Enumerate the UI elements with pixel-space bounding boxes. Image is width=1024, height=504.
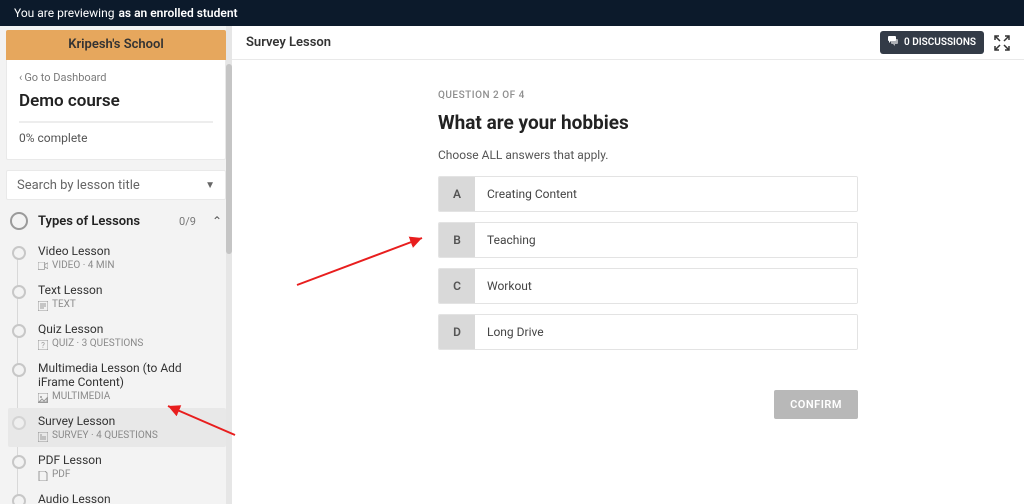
lesson-name: Audio Lesson [38,492,220,504]
comments-icon [888,36,899,49]
main-header: Survey Lesson 0 DISCUSSIONS [232,26,1024,60]
lesson-list: Video Lesson VIDEO · 4 MIN Text Lesson T… [6,238,226,504]
main: Survey Lesson 0 DISCUSSIONS QUESTION 2 O… [232,26,1024,504]
lesson-name: Multimedia Lesson (to Add iFrame Content… [38,361,220,389]
lesson-name: Text Lesson [38,283,220,297]
progress-bullet [12,363,26,377]
preview-role: as an enrolled student [118,6,237,20]
text-icon [38,301,48,309]
section-count: 0/9 [179,215,196,228]
main-body: QUESTION 2 OF 4 What are your hobbies Ch… [232,60,1024,504]
section-header[interactable]: Types of Lessons 0/9 ⌃ [6,200,226,238]
discussions-button[interactable]: 0 DISCUSSIONS [880,31,984,54]
progress-bullet [12,285,26,299]
progress-bullet [12,455,26,469]
caret-down-icon: ▼ [205,180,215,191]
question-container: QUESTION 2 OF 4 What are your hobbies Ch… [438,90,858,419]
option-text: Workout [475,269,857,303]
question-title: What are your hobbies [438,111,858,134]
lesson-meta: MULTIMEDIA [52,391,110,402]
search-placeholder: Search by lesson title [17,178,140,193]
lesson-item-audio[interactable]: Audio Lesson AUDIO [8,486,226,504]
lesson-item-survey[interactable]: Survey Lesson SURVEY · 4 QUESTIONS [8,408,226,447]
question-instruction: Choose ALL answers that apply. [438,148,858,162]
option-d[interactable]: D Long Drive [438,314,858,350]
lesson-name: PDF Lesson [38,453,220,467]
lesson-meta: TEXT [52,299,76,310]
fullscreen-icon [994,35,1010,51]
section-progress-icon [10,212,28,230]
option-letter: A [439,177,475,211]
search-lessons-dropdown[interactable]: Search by lesson title ▼ [6,170,226,200]
video-icon [38,262,48,270]
option-a[interactable]: A Creating Content [438,176,858,212]
lesson-item-video[interactable]: Video Lesson VIDEO · 4 MIN [8,238,226,277]
lesson-item-text[interactable]: Text Lesson TEXT [8,277,226,316]
discussions-label: 0 DISCUSSIONS [904,37,976,48]
lesson-meta: VIDEO · 4 MIN [52,260,114,271]
go-to-dashboard-link[interactable]: ‹ Go to Dashboard [19,71,107,84]
option-b[interactable]: B Teaching [438,222,858,258]
multimedia-icon [38,393,48,401]
divider [19,121,213,123]
main-header-title: Survey Lesson [246,35,870,50]
progress-bullet [12,494,26,504]
course-card: ‹ Go to Dashboard Demo course 0% complet… [6,60,226,160]
go-to-dashboard-label: Go to Dashboard [24,71,106,84]
lesson-meta: PDF [52,469,70,480]
option-letter: B [439,223,475,257]
lesson-name: Quiz Lesson [38,322,220,336]
option-text: Long Drive [475,315,857,349]
lesson-name: Survey Lesson [38,414,220,428]
chevron-left-icon: ‹ [19,71,22,84]
option-letter: D [439,315,475,349]
options-list: A Creating Content B Teaching C Workout … [438,176,858,350]
progress-bullet [12,416,26,430]
option-text: Creating Content [475,177,857,211]
option-text: Teaching [475,223,857,257]
confirm-button[interactable]: CONFIRM [774,390,858,419]
annotation-arrow [292,230,432,294]
section-title: Types of Lessons [38,214,169,229]
lesson-item-pdf[interactable]: PDF Lesson PDF [8,447,226,486]
lesson-item-multimedia[interactable]: Multimedia Lesson (to Add iFrame Content… [8,355,226,408]
fullscreen-button[interactable] [994,35,1010,51]
survey-icon [38,432,48,440]
svg-text:?: ? [41,341,45,350]
chevron-up-icon: ⌃ [212,214,222,228]
option-letter: C [439,269,475,303]
option-c[interactable]: C Workout [438,268,858,304]
sidebar: Kripesh's School ‹ Go to Dashboard Demo … [0,26,232,504]
progress-label: 0% complete [19,131,213,145]
progress-bullet [12,246,26,260]
lesson-meta: QUIZ · 3 QUESTIONS [52,338,143,349]
preview-bar: You are previewing as an enrolled studen… [0,0,1024,26]
school-header[interactable]: Kripesh's School [6,30,226,60]
quiz-icon: ? [38,340,48,348]
pdf-icon [38,471,48,479]
progress-bullet [12,324,26,338]
course-title: Demo course [19,91,213,111]
preview-prefix: You are previewing [14,6,114,20]
lesson-name: Video Lesson [38,244,220,258]
question-progress: QUESTION 2 OF 4 [438,90,858,101]
lesson-item-quiz[interactable]: Quiz Lesson ? QUIZ · 3 QUESTIONS [8,316,226,355]
lesson-meta: SURVEY · 4 QUESTIONS [52,430,158,441]
